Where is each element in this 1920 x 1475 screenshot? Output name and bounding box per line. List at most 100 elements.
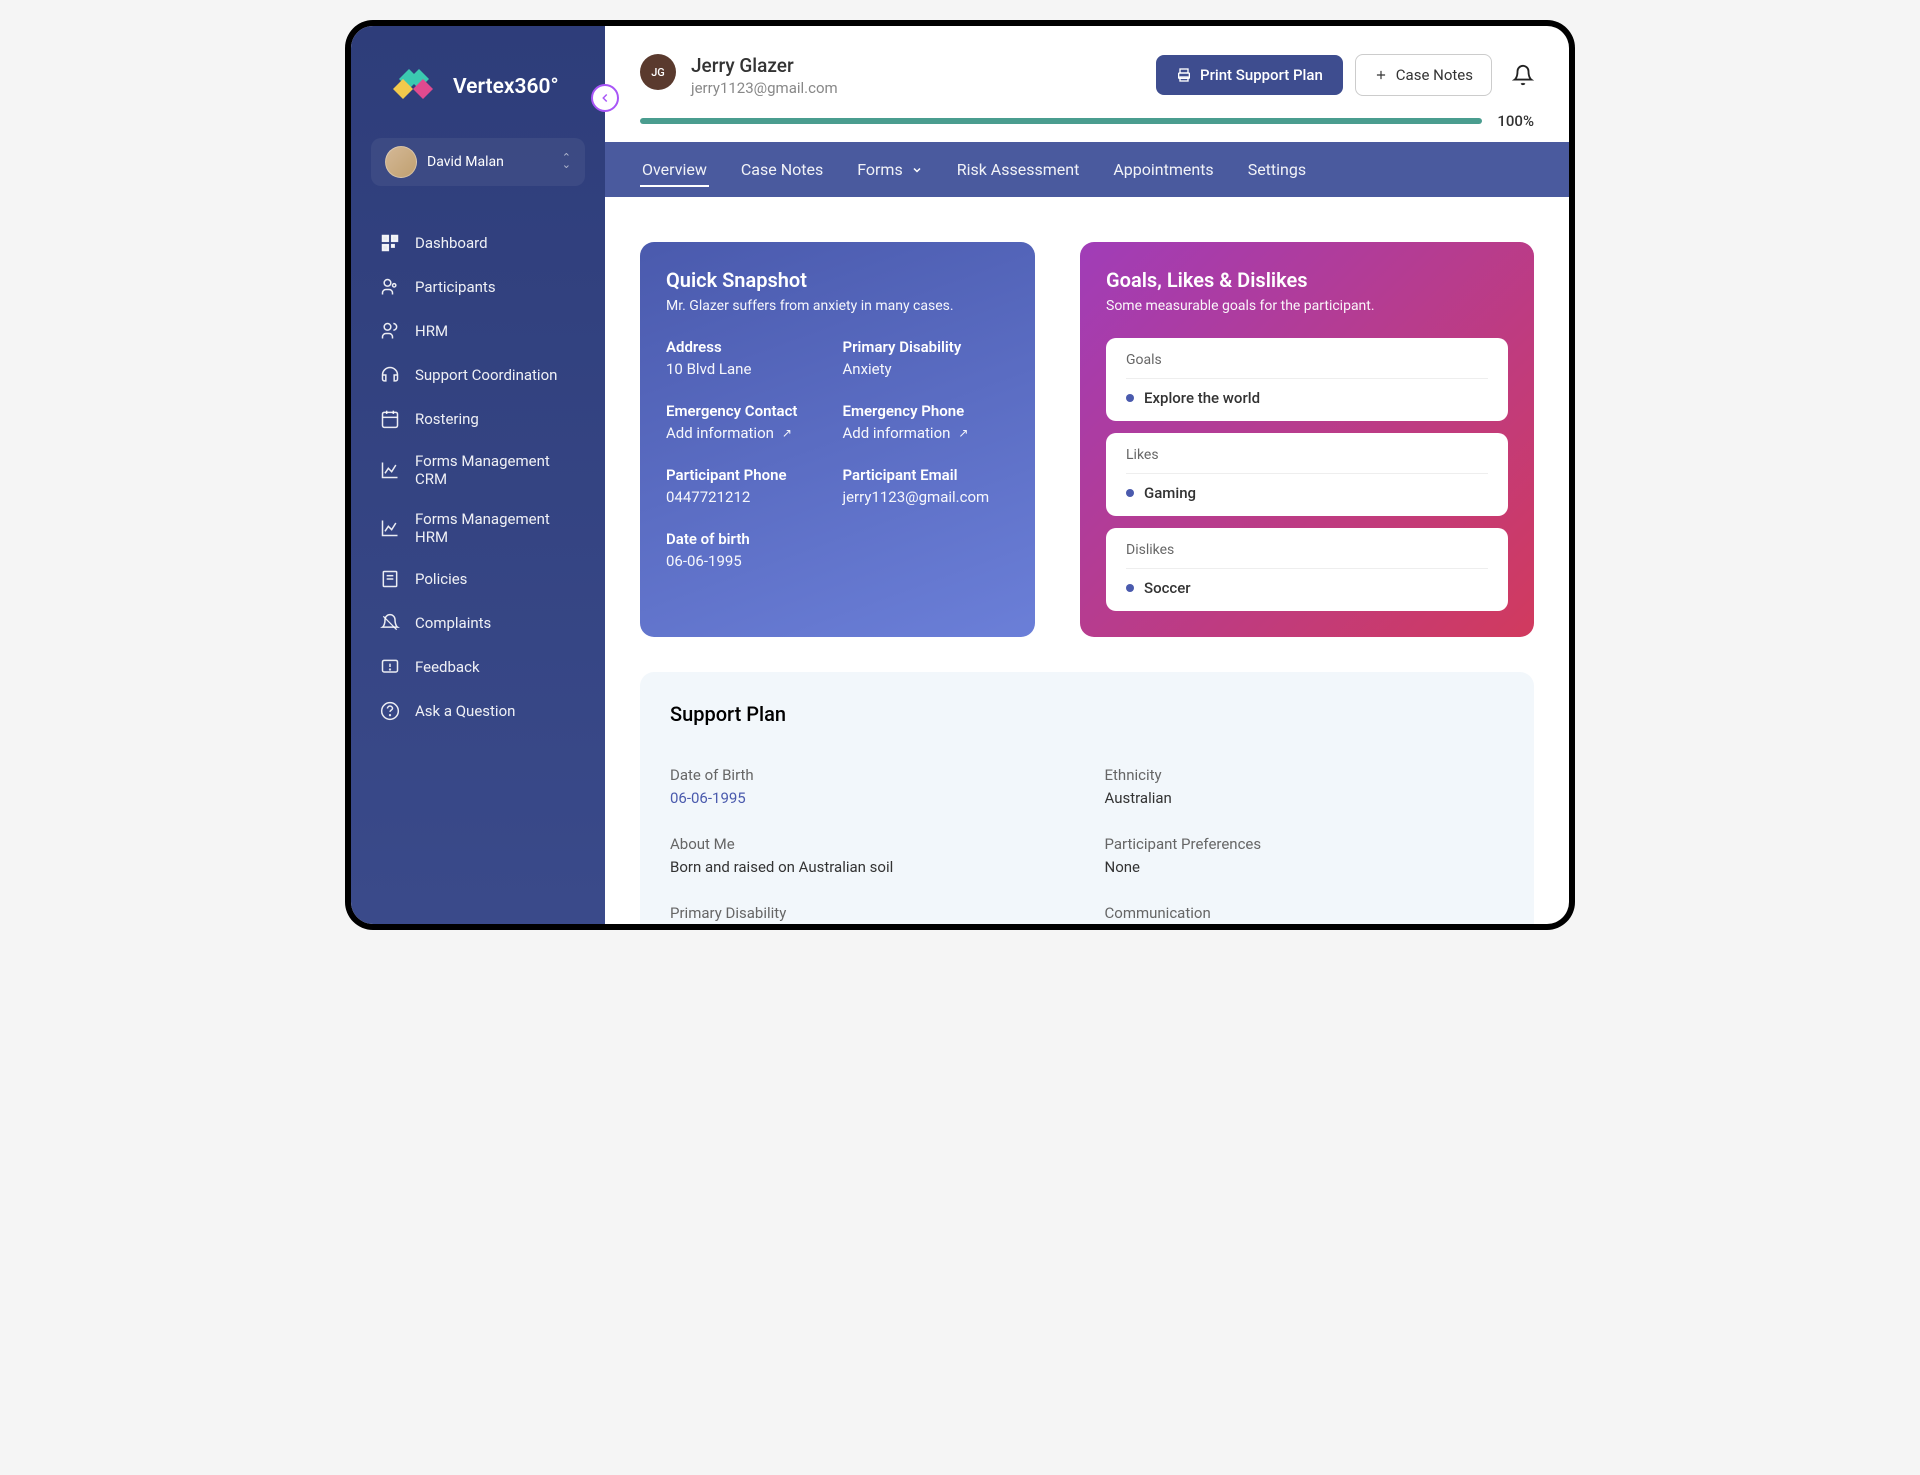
policies-icon [379,568,401,590]
snapshot-emergency-phone: Emergency Phone Add information↗ [843,402,1010,442]
support-plan-title: Support Plan [670,702,1504,726]
add-emergency-phone[interactable]: Add information↗ [843,424,1010,442]
bullet-icon [1126,489,1134,497]
tab-risk-assessment[interactable]: Risk Assessment [955,142,1082,197]
nav-label: Rostering [415,410,479,428]
logo-section: Vertex360° [351,26,605,138]
goals-subtitle: Some measurable goals for the participan… [1106,298,1508,314]
sidebar-item-complaints[interactable]: Complaints [361,601,595,645]
bell-icon [379,612,401,634]
print-icon [1176,67,1192,83]
bullet-icon [1126,394,1134,402]
nav-label: Policies [415,570,467,588]
profile-email: jerry1123@gmail.com [691,79,1141,97]
tabs: Overview Case Notes Forms Risk Assessmen… [605,142,1569,197]
progress-bar [640,118,1482,124]
nav-label: Complaints [415,614,491,632]
sidebar-item-hrm[interactable]: HRM [361,309,595,353]
tab-appointments[interactable]: Appointments [1111,142,1215,197]
expand-icon: ⌃⌄ [562,155,571,168]
tab-settings[interactable]: Settings [1246,142,1308,197]
arrow-icon: ↗ [958,426,968,440]
like-item: Gaming [1126,484,1488,502]
nav-label: Participants [415,278,496,296]
arrow-icon: ↗ [782,426,792,440]
goals-section: Goals Explore the world [1106,338,1508,421]
nav-label: Support Coordination [415,366,557,384]
sidebar-item-dashboard[interactable]: Dashboard [361,221,595,265]
snapshot-dob: Date of birth 06-06-1995 [666,530,833,570]
participants-icon [379,276,401,298]
goals-title: Goals, Likes & Dislikes [1106,268,1508,292]
header-actions: Print Support Plan Case Notes [1156,54,1534,96]
dashboard-icon [379,232,401,254]
main-content: JG Jerry Glazer jerry1123@gmail.com Prin… [605,26,1569,924]
progress-percent: 100% [1497,112,1534,130]
dislikes-section: Dislikes Soccer [1106,528,1508,611]
sidebar-item-participants[interactable]: Participants [361,265,595,309]
headset-icon [379,364,401,386]
bullet-icon [1126,584,1134,592]
brand-name: Vertex360° [453,75,559,99]
print-support-plan-button[interactable]: Print Support Plan [1156,55,1343,95]
logo-icon [391,61,443,113]
tab-forms[interactable]: Forms [855,142,925,197]
snapshot-email: Participant Email jerry1123@gmail.com [843,466,1010,506]
snapshot-card: Quick Snapshot Mr. Glazer suffers from a… [640,242,1035,637]
support-disability: Primary Disability Acute Brain Injury [670,904,1070,924]
user-avatar [385,146,417,178]
chart-icon [379,517,401,539]
sidebar-item-policies[interactable]: Policies [361,557,595,601]
snapshot-address: Address 10 Blvd Lane [666,338,833,378]
goals-card: Goals, Likes & Dislikes Some measurable … [1080,242,1534,637]
chart-icon [379,459,401,481]
chevron-down-icon [911,164,923,176]
snapshot-title: Quick Snapshot [666,268,1009,292]
user-selector[interactable]: David Malan ⌃⌄ [371,138,585,186]
add-emergency-contact[interactable]: Add information↗ [666,424,833,442]
nav-label: Ask a Question [415,702,515,720]
likes-section: Likes Gaming [1106,433,1508,516]
sidebar-item-rostering[interactable]: Rostering [361,397,595,441]
calendar-icon [379,408,401,430]
tab-overview[interactable]: Overview [640,142,709,197]
header: JG Jerry Glazer jerry1123@gmail.com Prin… [605,26,1569,112]
sidebar: Vertex360° David Malan ⌃⌄ Dashboard Part… [351,26,605,924]
dislike-item: Soccer [1126,579,1488,597]
nav-label: Dashboard [415,234,488,252]
snapshot-disability: Primary Disability Anxiety [843,338,1010,378]
snapshot-phone: Participant Phone 0447721212 [666,466,833,506]
nav-label: HRM [415,322,448,340]
support-ethnicity: Ethnicity Australian [1105,766,1505,807]
support-about: About Me Born and raised on Australian s… [670,835,1070,876]
feedback-icon [379,656,401,678]
hrm-icon [379,320,401,342]
snapshot-emergency-contact: Emergency Contact Add information↗ [666,402,833,442]
sidebar-item-ask-question[interactable]: Ask a Question [361,689,595,733]
profile-info: Jerry Glazer jerry1123@gmail.com [691,54,1141,97]
sidebar-item-forms-hrm[interactable]: Forms Management HRM [361,499,595,557]
profile-avatar: JG [640,54,676,90]
case-notes-button[interactable]: Case Notes [1355,54,1492,96]
support-dob-link[interactable]: 06-06-1995 [670,789,1070,807]
collapse-sidebar-button[interactable] [591,84,619,112]
plus-icon [1374,68,1388,82]
profile-name: Jerry Glazer [691,54,1141,77]
nav-menu: Dashboard Participants HRM Support Coord… [351,221,605,733]
tab-case-notes[interactable]: Case Notes [739,142,825,197]
sidebar-item-forms-crm[interactable]: Forms Management CRM [361,441,595,499]
support-plan-card: Support Plan Date of Birth 06-06-1995 Et… [640,672,1534,924]
nav-label: Feedback [415,658,480,676]
goal-item: Explore the world [1126,389,1488,407]
user-name: David Malan [427,154,552,170]
content-area: Quick Snapshot Mr. Glazer suffers from a… [605,197,1569,924]
notifications-icon[interactable] [1512,64,1534,86]
nav-label: Forms Management HRM [415,510,577,546]
sidebar-item-feedback[interactable]: Feedback [361,645,595,689]
snapshot-subtitle: Mr. Glazer suffers from anxiety in many … [666,298,1009,314]
question-icon [379,700,401,722]
support-dob: Date of Birth 06-06-1995 [670,766,1070,807]
nav-label: Forms Management CRM [415,452,577,488]
support-communication: Communication 0 [1105,904,1505,924]
sidebar-item-support-coordination[interactable]: Support Coordination [361,353,595,397]
